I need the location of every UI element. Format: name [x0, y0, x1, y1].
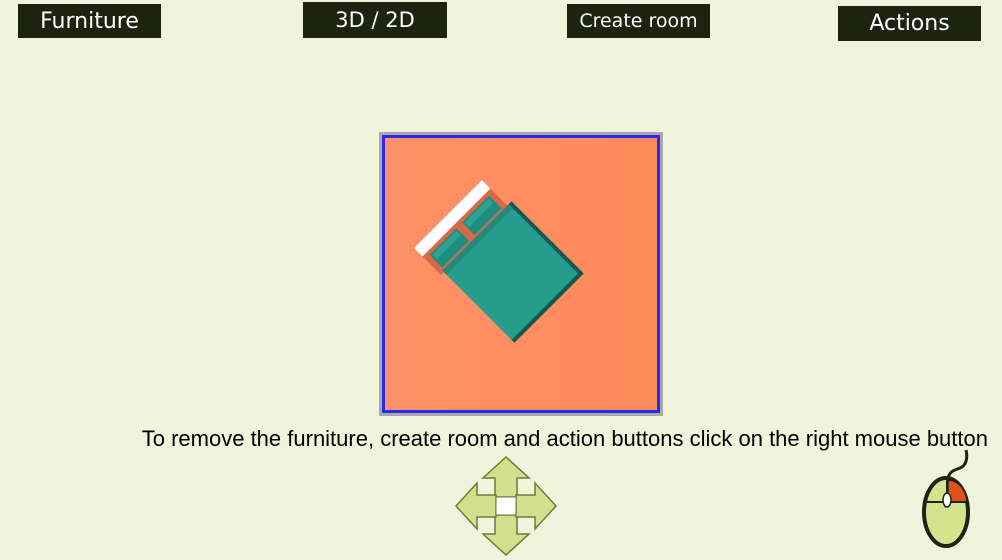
instruction-text: To remove the furniture, create room and…	[141, 426, 988, 451]
create-room-button[interactable]: Create room	[567, 4, 710, 38]
actions-button[interactable]: Actions	[838, 6, 981, 41]
move-arrows-icon[interactable]	[454, 455, 558, 557]
mouse-right-click-icon	[918, 446, 974, 550]
furniture-preview-frame[interactable]	[379, 132, 663, 416]
furniture-button[interactable]: Furniture	[18, 4, 161, 38]
bed-icon	[414, 180, 584, 343]
view-toggle-3d-2d-button[interactable]: 3D / 2D	[303, 2, 447, 38]
furniture-preview[interactable]	[382, 135, 660, 413]
